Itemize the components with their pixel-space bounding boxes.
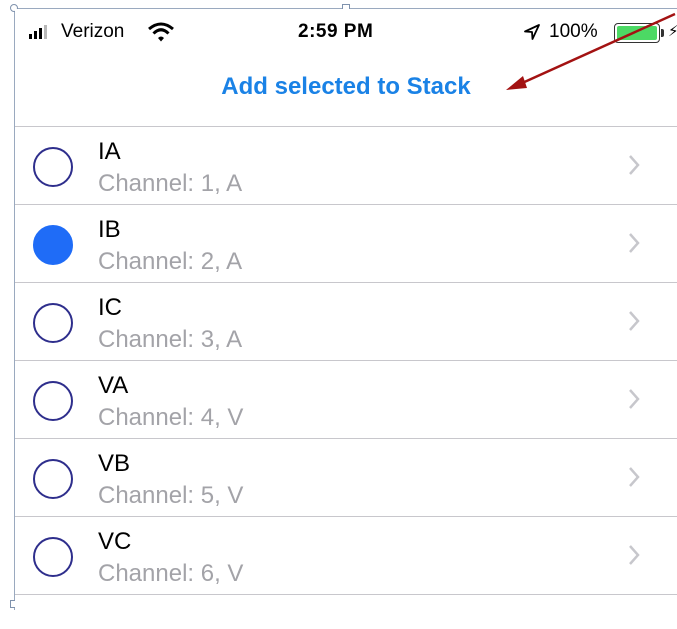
channel-row-vc[interactable]: VC Channel: 6, V [15, 517, 677, 595]
channel-row-ia[interactable]: IA Channel: 1, A [15, 127, 677, 205]
status-bar: Verizon 2:59 PM 100% ⚡︎ [15, 9, 677, 57]
channel-title: IB [98, 216, 121, 243]
channel-list: IA Channel: 1, A IB Channel: 2, A IC Cha… [15, 126, 677, 595]
channel-row-ib[interactable]: IB Channel: 2, A [15, 205, 677, 283]
phone-screen: Verizon 2:59 PM 100% ⚡︎ Add selected to … [15, 9, 677, 609]
carrier-name: Verizon [61, 21, 125, 42]
battery-percentage: 100% [549, 21, 598, 42]
chevron-right-icon [629, 467, 640, 487]
location-arrow-icon [524, 24, 540, 40]
battery-icon [614, 23, 660, 43]
radio-button-icon[interactable] [33, 537, 73, 577]
radio-button-selected-icon[interactable] [33, 225, 73, 265]
channel-row-ic[interactable]: IC Channel: 3, A [15, 283, 677, 361]
channel-title: IA [98, 138, 121, 165]
channel-title: VA [98, 372, 129, 399]
radio-button-icon[interactable] [33, 303, 73, 343]
channel-subtitle: Channel: 5, V [98, 482, 244, 509]
channel-subtitle: Channel: 1, A [98, 170, 243, 197]
radio-button-icon[interactable] [33, 147, 73, 187]
channel-subtitle: Channel: 2, A [98, 248, 243, 275]
chevron-right-icon [629, 389, 640, 409]
channel-title: VB [98, 450, 131, 477]
channel-row-vb[interactable]: VB Channel: 5, V [15, 439, 677, 517]
channel-subtitle: Channel: 6, V [98, 560, 244, 587]
chevron-right-icon [629, 155, 640, 175]
chevron-right-icon [629, 545, 640, 565]
status-time: 2:59 PM [298, 21, 374, 42]
battery-cap [661, 29, 664, 37]
radio-button-icon[interactable] [33, 459, 73, 499]
lightning-bolt-icon: ⚡︎ [668, 23, 677, 40]
radio-button-icon[interactable] [33, 381, 73, 421]
battery-fill [617, 26, 657, 40]
signal-bars-icon [29, 25, 47, 39]
channel-row-va[interactable]: VA Channel: 4, V [15, 361, 677, 439]
wifi-icon [148, 22, 174, 42]
add-selected-to-stack-button[interactable]: Add selected to Stack [15, 73, 677, 101]
chevron-right-icon [629, 233, 640, 253]
channel-subtitle: Channel: 3, A [98, 326, 243, 353]
channel-title: VC [98, 528, 132, 555]
channel-title: IC [98, 294, 122, 321]
chevron-right-icon [629, 311, 640, 331]
channel-subtitle: Channel: 4, V [98, 404, 244, 431]
